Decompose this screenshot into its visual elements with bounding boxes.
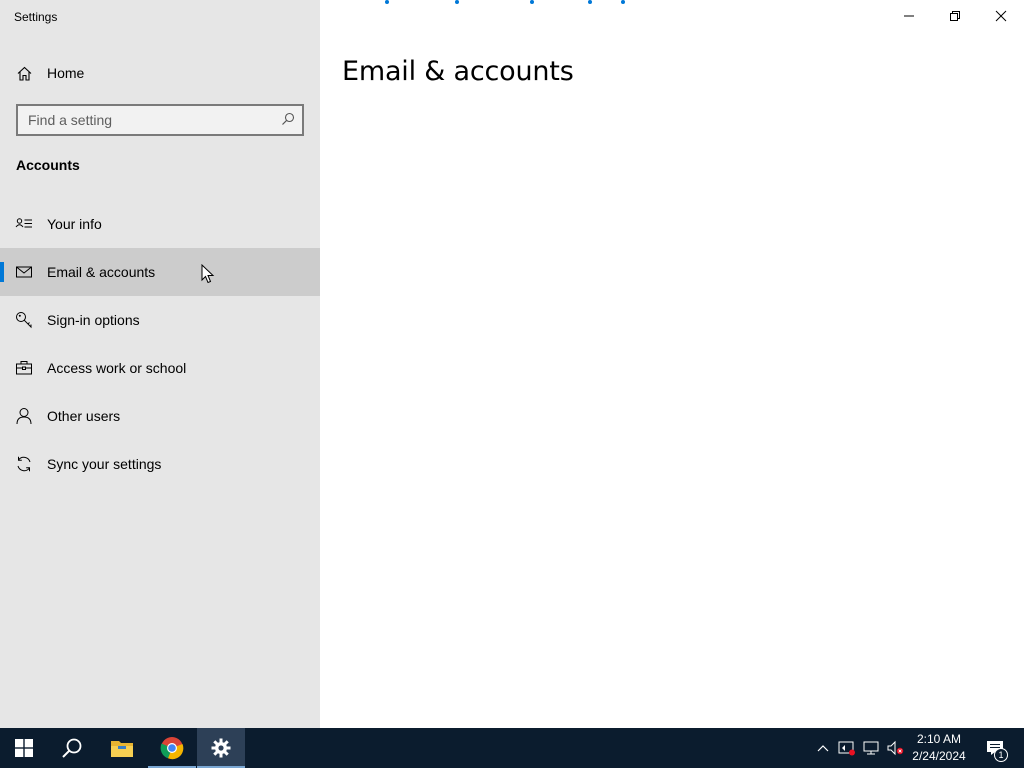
sync-icon — [15, 455, 33, 473]
nav-item-your-info[interactable]: Your info — [0, 200, 320, 248]
contact-card-icon — [15, 215, 33, 233]
clock-time: 2:10 AM — [916, 732, 962, 746]
security-alert-icon — [838, 741, 855, 756]
sidebar: Settings Home Accounts Your info — [0, 0, 320, 728]
close-button[interactable] — [978, 0, 1024, 32]
restore-button[interactable] — [932, 0, 978, 32]
person-icon — [15, 407, 33, 425]
restore-icon — [950, 11, 960, 21]
nav-item-access-work-school[interactable]: Access work or school — [0, 344, 320, 392]
page-title: Email & accounts — [342, 56, 574, 87]
folder-icon — [111, 741, 133, 757]
chrome-icon — [160, 737, 184, 760]
nav-item-label: Other users — [47, 408, 121, 424]
search-box[interactable] — [16, 104, 304, 136]
nav-item-email-accounts[interactable]: Email & accounts — [0, 248, 320, 296]
nav-item-label: Email & accounts — [47, 264, 156, 280]
nav-item-label: Access work or school — [47, 360, 187, 376]
action-center-button[interactable]: 1 — [978, 728, 1012, 768]
windows-logo-icon — [15, 739, 33, 757]
search-icon — [62, 738, 82, 758]
active-indicator — [0, 262, 4, 282]
volume-muted-icon — [887, 740, 904, 756]
file-explorer-button[interactable] — [98, 728, 146, 768]
volume-tray-button[interactable] — [884, 728, 906, 768]
loading-indicator — [385, 0, 635, 6]
close-icon — [995, 10, 1007, 22]
nav-item-sync-settings[interactable]: Sync your settings — [0, 440, 320, 488]
clock[interactable]: 2:10 AM 2/24/2024 — [904, 731, 974, 765]
briefcase-icon — [15, 359, 33, 377]
search-icon[interactable] — [281, 112, 295, 126]
network-tray-button[interactable] — [860, 728, 882, 768]
home-label: Home — [47, 65, 85, 81]
home-nav-item[interactable]: Home — [0, 56, 320, 90]
chrome-button[interactable] — [148, 728, 196, 768]
search-input[interactable] — [18, 106, 278, 134]
nav-item-label: Your info — [47, 216, 102, 232]
security-tray-icon-button[interactable] — [836, 728, 858, 768]
nav-item-label: Sign-in options — [47, 312, 140, 328]
clock-date: 2/24/2024 — [912, 749, 966, 763]
notification-count-badge: 1 — [994, 748, 1008, 762]
section-title: Accounts — [16, 157, 80, 173]
nav-item-label: Sync your settings — [47, 456, 162, 472]
key-icon — [15, 311, 33, 329]
mail-icon — [15, 263, 33, 281]
nav-item-other-users[interactable]: Other users — [0, 392, 320, 440]
accounts-nav: Your info Email & accounts Sign-in optio… — [0, 200, 320, 488]
settings-window: Settings Home Accounts Your info — [0, 0, 1024, 728]
search-taskbar-button[interactable] — [48, 728, 96, 768]
mouse-cursor-icon — [201, 263, 215, 284]
taskbar: 2:10 AM 2/24/2024 1 — [0, 728, 1024, 768]
nav-item-sign-in-options[interactable]: Sign-in options — [0, 296, 320, 344]
network-icon — [863, 741, 879, 755]
start-button[interactable] — [0, 728, 48, 768]
settings-taskbar-button[interactable] — [197, 728, 245, 768]
gear-icon — [211, 738, 231, 758]
app-title: Settings — [14, 10, 58, 24]
show-hidden-icons-button[interactable] — [812, 728, 834, 768]
main-content: Email & accounts — [320, 0, 1024, 728]
minimize-button[interactable] — [886, 0, 932, 32]
minimize-icon — [904, 15, 914, 17]
home-icon — [16, 65, 33, 82]
chevron-up-icon — [817, 745, 829, 752]
